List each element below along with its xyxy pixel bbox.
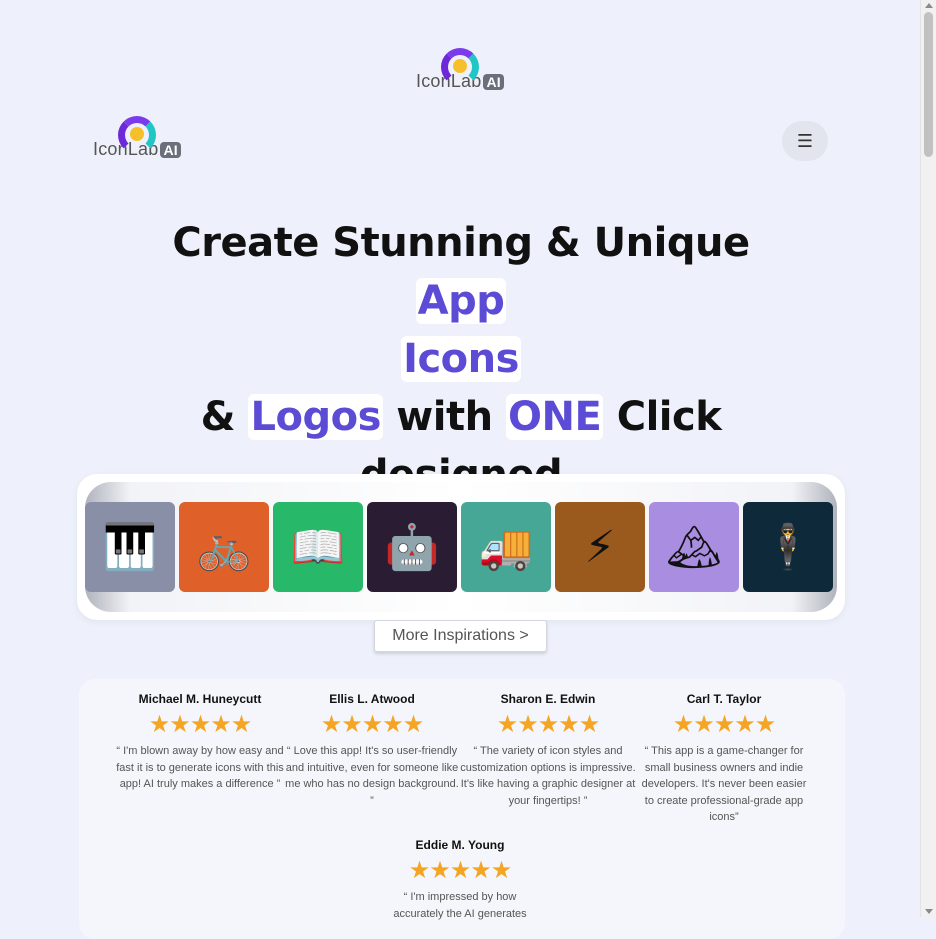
gallery-tile[interactable]: 🤖 (367, 502, 457, 592)
gallery-tile[interactable]: 🕴 (743, 502, 833, 592)
logo-mark-icon (117, 116, 156, 154)
mountain-island-icon: 🏔 (666, 522, 722, 573)
robot-icon: 🤖 (384, 522, 440, 573)
gallery-tile[interactable]: 🏔 (649, 502, 739, 592)
review-text: “ This app is a game-changer for small b… (641, 745, 807, 824)
review-card: Carl T. Taylor ★★★★★ “ This app is a gam… (636, 692, 812, 826)
star-rating-icon: ★★★★★ (148, 710, 253, 738)
reviewer-name: Eddie M. Young (415, 838, 505, 852)
star-rating-icon: ★★★★★ (320, 710, 425, 738)
gallery-tile[interactable]: 🚲 (179, 502, 269, 592)
review-text: “ Love this app! It's so user-friendly a… (285, 745, 459, 807)
scrollbar-thumb[interactable] (924, 12, 933, 157)
hero-highlight: Logos (248, 394, 383, 440)
star-rating-icon: ★★★★★ (672, 710, 777, 738)
scroll-down-arrow-icon[interactable] (925, 909, 933, 914)
hero-text: & (200, 394, 249, 440)
review-text: “ I'm blown away by how easy and fast it… (116, 745, 284, 791)
menu-button[interactable]: ☰ (782, 121, 828, 161)
review-card: Eddie M. Young ★★★★★ “ I'm impressed by … (372, 838, 548, 922)
book-icon: 📖 (290, 522, 346, 573)
logo-ai-badge: AI (483, 73, 504, 90)
review-card: Michael M. Huneycutt ★★★★★ “ I'm blown a… (112, 692, 288, 793)
page-scrollbar[interactable] (920, 0, 936, 917)
review-text: “ The variety of icon styles and customi… (460, 745, 636, 807)
reviewer-name: Carl T. Taylor (686, 692, 762, 706)
hero-highlight: Icons (401, 336, 521, 382)
hero-highlight: App (415, 278, 507, 324)
review-card: Sharon E. Edwin ★★★★★ “ The variety of i… (460, 692, 636, 809)
bicycle-icon: 🚲 (196, 522, 252, 573)
pikachu-icon: ⚡ (584, 521, 616, 573)
more-inspirations-button[interactable]: More Inspirations > (374, 620, 547, 652)
gallery-tiles: 🎹 🚲 📖 🤖 🚚 ⚡ 🏔 🕴 (85, 502, 833, 592)
hamburger-icon: ☰ (796, 130, 814, 152)
nav-logo[interactable]: IconLab AI (93, 116, 181, 160)
logo-ai-badge: AI (160, 141, 181, 158)
scroll-up-arrow-icon[interactable] (925, 3, 933, 8)
reviewer-name: Ellis L. Atwood (329, 692, 415, 706)
food-truck-icon: 🚚 (478, 522, 534, 573)
reviewer-name: Michael M. Huneycutt (138, 692, 262, 706)
suit-icon: 🕴 (760, 522, 816, 573)
logo-mark-icon (440, 48, 479, 86)
hero-text: Create Stunning & Unique (172, 220, 750, 266)
review-card: Ellis L. Atwood ★★★★★ “ Love this app! I… (284, 692, 460, 809)
piano-icon: 🎹 (102, 522, 158, 573)
reviews-section: Michael M. Huneycutt ★★★★★ “ I'm blown a… (79, 679, 845, 939)
gallery-tile[interactable]: ⚡ (555, 502, 645, 592)
hero-text: with (382, 394, 506, 440)
inspiration-gallery: 🎹 🚲 📖 🤖 🚚 ⚡ 🏔 🕴 (77, 474, 845, 620)
gallery-tile[interactable]: 🚚 (461, 502, 551, 592)
reviewer-name: Sharon E. Edwin (500, 692, 596, 706)
gallery-tile[interactable]: 🎹 (85, 502, 175, 592)
review-text: “ I'm impressed by how accurately the AI… (393, 891, 527, 920)
star-rating-icon: ★★★★★ (408, 856, 513, 884)
hero-highlight: ONE (506, 394, 604, 440)
gallery-strip[interactable]: 🎹 🚲 📖 🤖 🚚 ⚡ 🏔 🕴 (85, 482, 837, 612)
gallery-tile[interactable]: 📖 (273, 502, 363, 592)
header-logo[interactable]: IconLab AI (416, 48, 504, 92)
star-rating-icon: ★★★★★ (496, 710, 601, 738)
